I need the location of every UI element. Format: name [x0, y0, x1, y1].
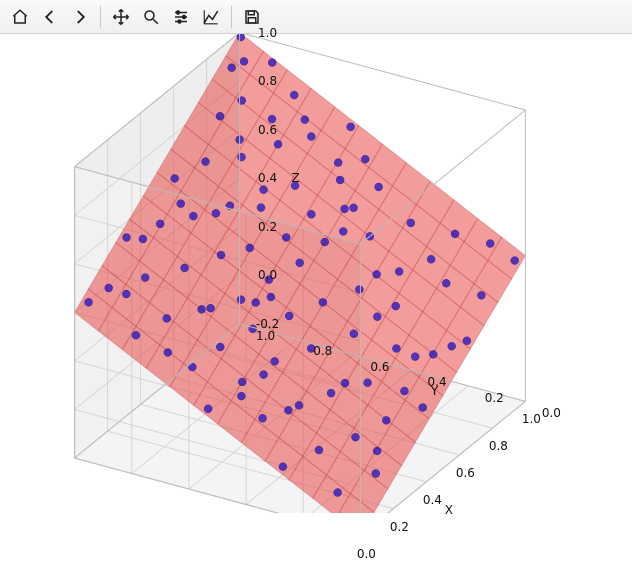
matplotlib-toolbar [0, 0, 632, 34]
subplots-button[interactable] [167, 3, 195, 31]
toolbar-separator [100, 6, 101, 28]
sliders-icon [172, 8, 190, 26]
z-tick: -0.2 [256, 317, 279, 331]
z-tick: 0.0 [258, 268, 277, 282]
home-icon [11, 8, 29, 26]
y-axis-label: Y [431, 384, 438, 398]
save-icon [243, 8, 261, 26]
x-tick: 0.4 [423, 493, 442, 507]
z-tick: 0.6 [258, 123, 277, 137]
move-icon [112, 8, 130, 26]
z-tick: 0.8 [258, 74, 277, 88]
toolbar-separator [231, 6, 232, 28]
z-axis-label: Z [291, 171, 299, 185]
y-tick: 0.8 [313, 344, 332, 358]
x-tick: 0.6 [456, 466, 475, 480]
zoom-icon [142, 8, 160, 26]
z-tick: 0.2 [258, 220, 277, 234]
z-tick: 0.4 [258, 171, 277, 185]
x-tick: 1.0 [522, 412, 541, 426]
y-tick: 0.2 [485, 391, 504, 405]
back-button[interactable] [36, 3, 64, 31]
plot-svg [0, 34, 632, 513]
x-tick: 0.2 [390, 520, 409, 534]
home-button[interactable] [6, 3, 34, 31]
forward-button[interactable] [66, 3, 94, 31]
y-tick: 1.0 [256, 329, 275, 343]
x-tick: 0.8 [489, 439, 508, 453]
chart-line-icon [202, 8, 220, 26]
plot-canvas[interactable]: 0.00.20.40.60.81.00.00.20.40.60.81.0-0.2… [0, 34, 632, 513]
zoom-button[interactable] [137, 3, 165, 31]
z-tick: 1.0 [258, 26, 277, 40]
pan-button[interactable] [107, 3, 135, 31]
arrow-left-icon [41, 8, 59, 26]
x-tick: 0.0 [357, 547, 376, 561]
arrow-right-icon [71, 8, 89, 26]
edit-button[interactable] [197, 3, 225, 31]
x-axis-label: X [445, 503, 453, 517]
y-tick: 0.6 [370, 360, 389, 374]
y-tick: 0.0 [542, 406, 561, 420]
